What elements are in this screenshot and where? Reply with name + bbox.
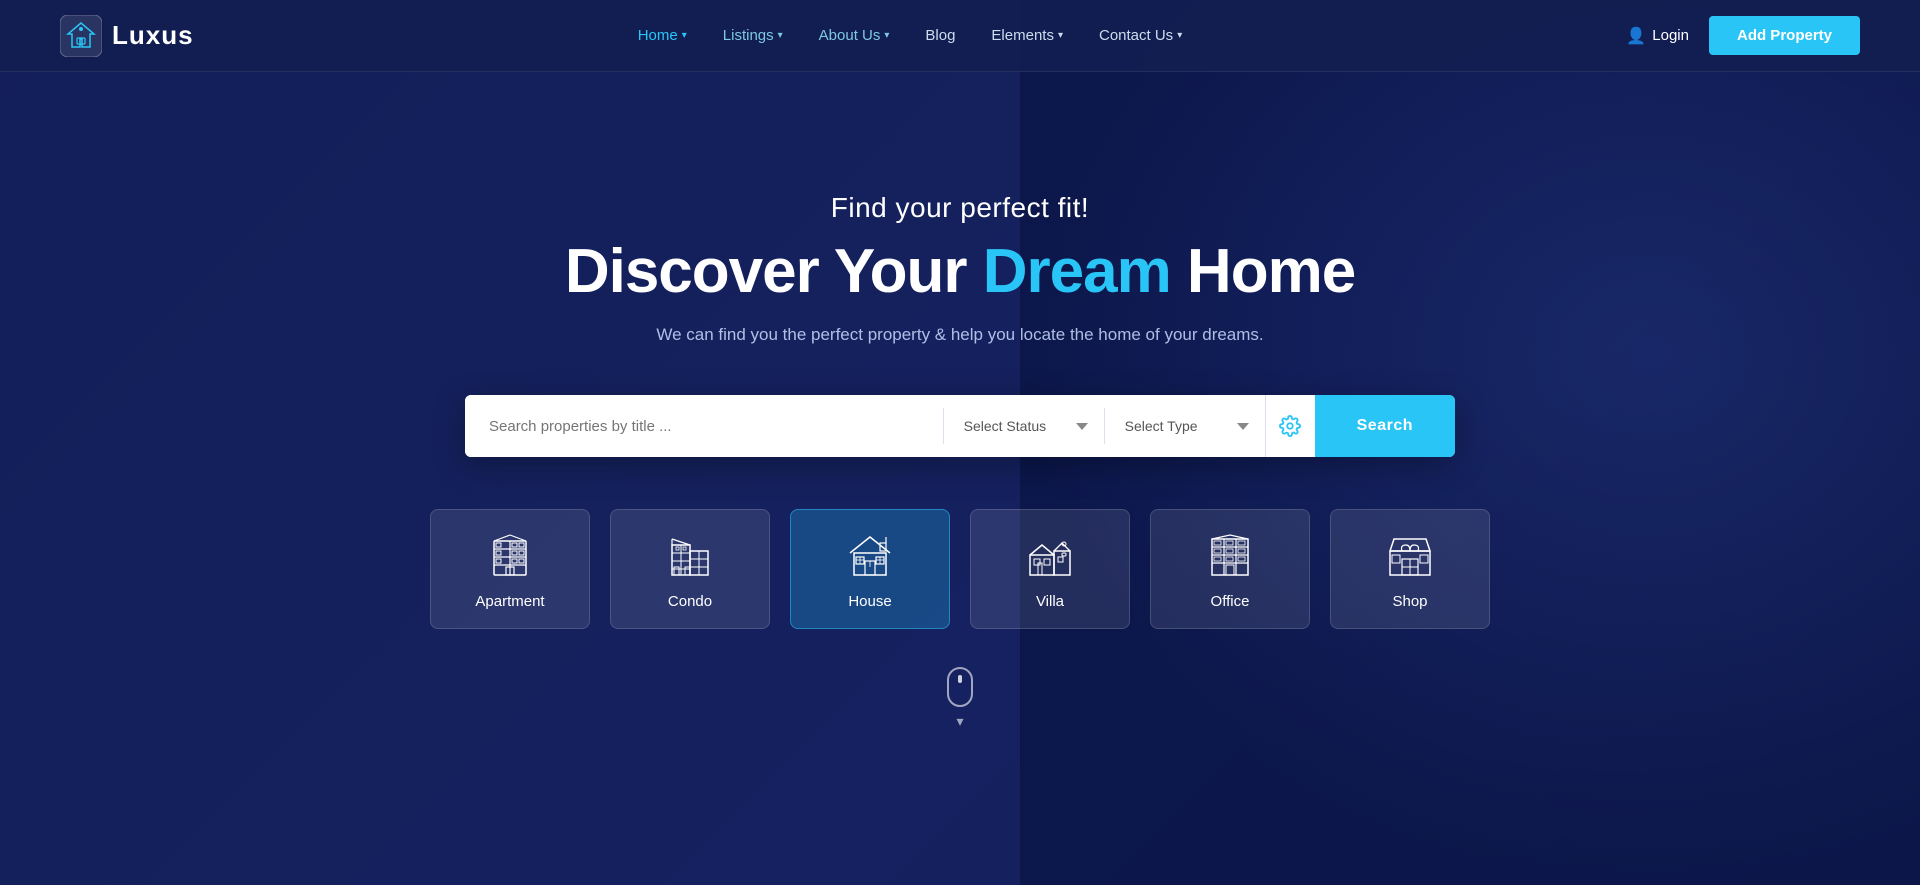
apartment-icon	[484, 529, 536, 581]
nav-link-elements[interactable]: Elements ▾	[991, 27, 1063, 44]
search-input[interactable]	[465, 395, 943, 457]
category-card-office[interactable]: Office	[1150, 509, 1310, 629]
hero-tagline: Find your perfect fit!	[831, 192, 1089, 224]
nav-link-about[interactable]: About Us ▾	[819, 27, 890, 44]
scroll-mouse-dot	[958, 675, 962, 683]
type-select[interactable]: Select Type Apartment Condo House Villa …	[1105, 395, 1265, 457]
category-card-villa[interactable]: Villa	[970, 509, 1130, 629]
chevron-down-icon: ▾	[1177, 30, 1182, 41]
settings-icon[interactable]	[1265, 395, 1315, 457]
nav-item-listings[interactable]: Listings ▾	[723, 27, 783, 44]
chevron-down-icon: ▾	[682, 30, 687, 41]
login-button[interactable]: 👤 Login	[1626, 26, 1689, 46]
nav-item-home[interactable]: Home ▾	[638, 27, 687, 44]
navbar: Luxus Home ▾ Listings ▾ About Us ▾ Blog	[0, 0, 1920, 72]
search-bar: Select Status For Sale For Rent Sold Sel…	[465, 395, 1455, 457]
scroll-arrow-icon: ▾	[956, 713, 963, 730]
nav-item-about[interactable]: About Us ▾	[819, 27, 890, 44]
scroll-mouse	[947, 667, 973, 707]
nav-link-listings[interactable]: Listings ▾	[723, 27, 783, 44]
status-select[interactable]: Select Status For Sale For Rent Sold	[944, 395, 1104, 457]
add-property-button[interactable]: Add Property	[1709, 16, 1860, 55]
nav-link-blog[interactable]: Blog	[925, 27, 955, 44]
office-icon	[1204, 529, 1256, 581]
villa-icon	[1024, 529, 1076, 581]
hero-title: Discover Your Dream Home	[565, 236, 1355, 307]
scroll-indicator: ▾	[0, 667, 1920, 730]
house-icon	[844, 529, 896, 581]
category-row: Apartment Condo	[0, 509, 1920, 629]
shop-icon	[1384, 529, 1436, 581]
hero-content: Find your perfect fit! Discover Your Dre…	[0, 72, 1920, 457]
category-label-house: House	[848, 593, 891, 610]
brand-name: Luxus	[112, 20, 194, 51]
chevron-down-icon: ▾	[884, 30, 889, 41]
condo-icon	[664, 529, 716, 581]
category-label-apartment: Apartment	[475, 593, 544, 610]
navbar-right: 👤 Login Add Property	[1626, 16, 1860, 55]
category-card-house[interactable]: House	[790, 509, 950, 629]
brand-logo[interactable]: Luxus	[60, 15, 194, 57]
nav-item-contact[interactable]: Contact Us ▾	[1099, 27, 1182, 44]
chevron-down-icon: ▾	[1058, 30, 1063, 41]
nav-menu: Home ▾ Listings ▾ About Us ▾ Blog Elemen…	[638, 27, 1183, 44]
user-icon: 👤	[1626, 26, 1646, 46]
nav-link-contact[interactable]: Contact Us ▾	[1099, 27, 1182, 44]
category-label-shop: Shop	[1392, 593, 1427, 610]
category-card-apartment[interactable]: Apartment	[430, 509, 590, 629]
hero-subtitle: We can find you the perfect property & h…	[656, 325, 1263, 345]
brand-logo-icon	[60, 15, 102, 57]
category-label-condo: Condo	[668, 593, 712, 610]
category-card-shop[interactable]: Shop	[1330, 509, 1490, 629]
chevron-down-icon: ▾	[778, 30, 783, 41]
category-label-office: Office	[1211, 593, 1250, 610]
category-card-condo[interactable]: Condo	[610, 509, 770, 629]
nav-item-blog[interactable]: Blog	[925, 27, 955, 44]
nav-item-elements[interactable]: Elements ▾	[991, 27, 1063, 44]
category-label-villa: Villa	[1036, 593, 1064, 610]
search-button[interactable]: Search	[1315, 395, 1455, 457]
nav-link-home[interactable]: Home ▾	[638, 27, 687, 44]
